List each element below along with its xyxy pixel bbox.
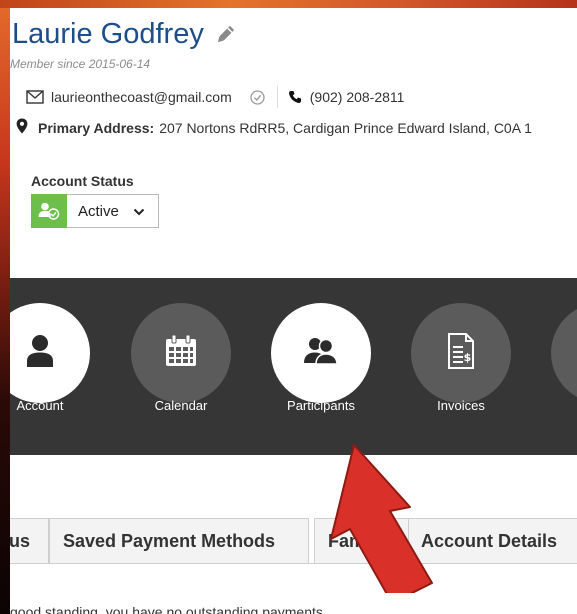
phone-icon: [288, 90, 302, 104]
edit-pencil-icon[interactable]: [214, 24, 236, 46]
member-since: Member since 2015-06-14: [10, 57, 151, 71]
profile-header: Laurie Godfrey: [12, 18, 236, 51]
nav-circle-tags: [551, 303, 577, 403]
background-strip-left: [0, 8, 10, 614]
participants-icon: [303, 337, 339, 370]
envelope-icon: [26, 90, 44, 104]
map-pin-icon: [16, 118, 28, 137]
address-label: Primary Address:: [38, 119, 155, 136]
nav-item-calendar[interactable]: Calendar: [111, 278, 231, 455]
nav-label-account: Account: [16, 398, 64, 413]
user-check-icon: [31, 194, 67, 228]
nav-item-participants[interactable]: Participants: [251, 278, 371, 455]
email-link[interactable]: laurieonthecoast@gmail.com: [51, 89, 232, 105]
balance-status-text: good standing, you have no outstanding p…: [10, 604, 323, 614]
calendar-icon: [164, 334, 198, 373]
nav-circle-invoices: $: [411, 303, 511, 403]
red-pointer-arrow: [330, 444, 433, 593]
user-icon: [25, 334, 55, 373]
tab-saved-payment-methods-label: Saved Payment Methods: [63, 530, 276, 551]
nav-label-tags: Ta: [531, 398, 577, 413]
address-row: Primary Address: 207 Nortons RdRR5, Card…: [16, 118, 532, 137]
svg-text:$: $: [464, 351, 472, 364]
nav-circle-calendar: [131, 303, 231, 403]
invoice-icon: $: [447, 332, 475, 374]
contact-row: laurieonthecoast@gmail.com (902) 208-281…: [26, 86, 404, 108]
address-value: 207 Nortons RdRR5, Cardigan Prince Edwar…: [159, 119, 532, 136]
nav-label-invoices: Invoices: [437, 398, 485, 413]
nav-item-invoices[interactable]: $ Invoices: [391, 278, 511, 455]
nav-circle-participants: [271, 303, 371, 403]
nav-item-tags[interactable]: Ta: [531, 278, 577, 455]
account-status-select[interactable]: Active: [67, 194, 159, 228]
profile-name: Laurie Godfrey: [12, 18, 204, 50]
contact-divider: [276, 86, 278, 108]
account-status-title: Account Status: [31, 173, 134, 189]
tab-status[interactable]: us: [10, 518, 49, 563]
nav-label-participants: Participants: [287, 398, 355, 413]
nav-circle-account: [10, 303, 90, 403]
background-strip-top: [0, 0, 577, 8]
account-page: Laurie Godfrey Member since 2015-06-14 l…: [10, 8, 577, 614]
account-nav-bar: Account Calendar Participants $ Invoices: [10, 278, 577, 455]
account-status-control: Active: [31, 194, 159, 228]
tab-saved-payment-methods[interactable]: Saved Payment Methods: [49, 518, 309, 563]
verified-check-icon: [250, 89, 265, 105]
tab-status-label: us: [10, 530, 31, 551]
tabs-divider: [10, 563, 577, 564]
account-status-value: Active: [78, 202, 119, 220]
account-tabs: us Saved Payment Methods Fam Account Det…: [10, 518, 577, 563]
nav-item-account[interactable]: Account: [10, 278, 90, 455]
chevron-down-icon: [133, 203, 145, 220]
nav-label-calendar: Calendar: [154, 398, 208, 413]
phone-number[interactable]: (902) 208-2811: [310, 89, 405, 105]
